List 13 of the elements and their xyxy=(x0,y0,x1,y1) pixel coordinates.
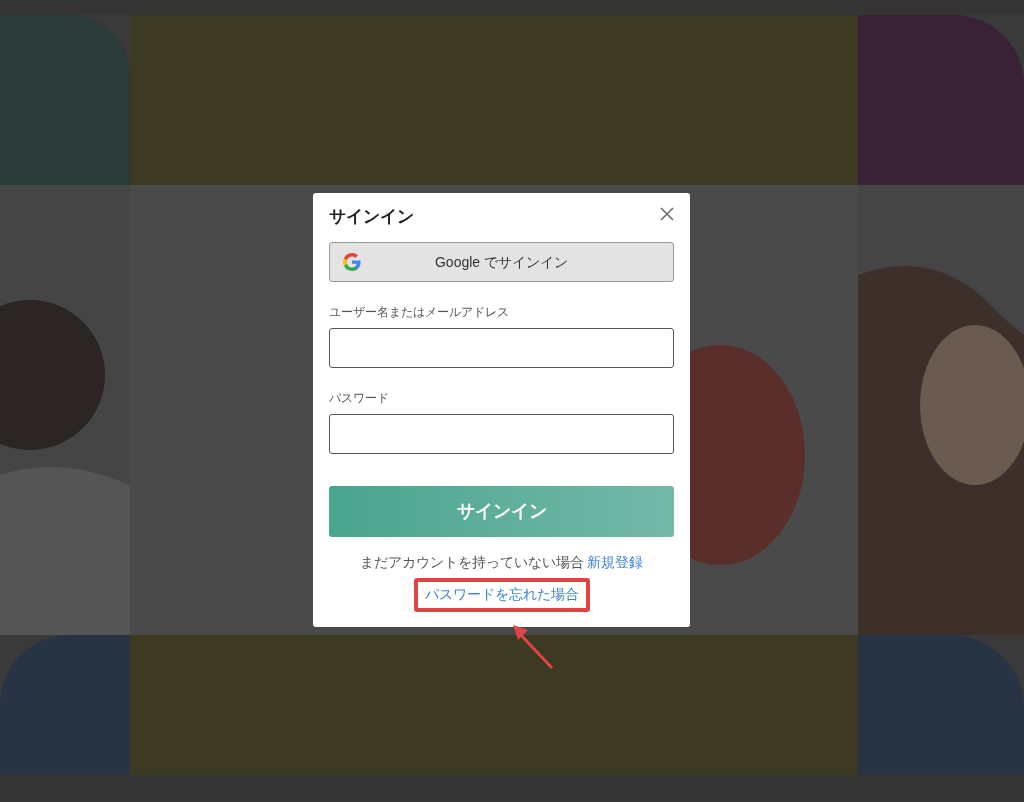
sign-in-button[interactable]: サインイン xyxy=(329,486,674,538)
input-field[interactable] xyxy=(329,328,674,369)
forgot-password-link[interactable]: パスワードを忘れた場合 xyxy=(413,577,590,612)
close-icon[interactable] xyxy=(660,207,674,221)
input-field[interactable] xyxy=(329,414,674,455)
google-icon xyxy=(342,252,362,273)
annotation-arrow xyxy=(513,625,554,670)
google-sign-in-button[interactable]: Google でサインイン xyxy=(329,242,674,283)
dialog-title: サインイン xyxy=(329,207,414,228)
sign-up-link[interactable]: 新規登録 xyxy=(587,555,644,571)
field-label: ユーザー名またはメールアドレス xyxy=(329,304,509,322)
signup-prompt: まだアカウントを持っていない場合 新規登録 xyxy=(358,554,645,573)
field-label: パスワード xyxy=(329,390,389,408)
